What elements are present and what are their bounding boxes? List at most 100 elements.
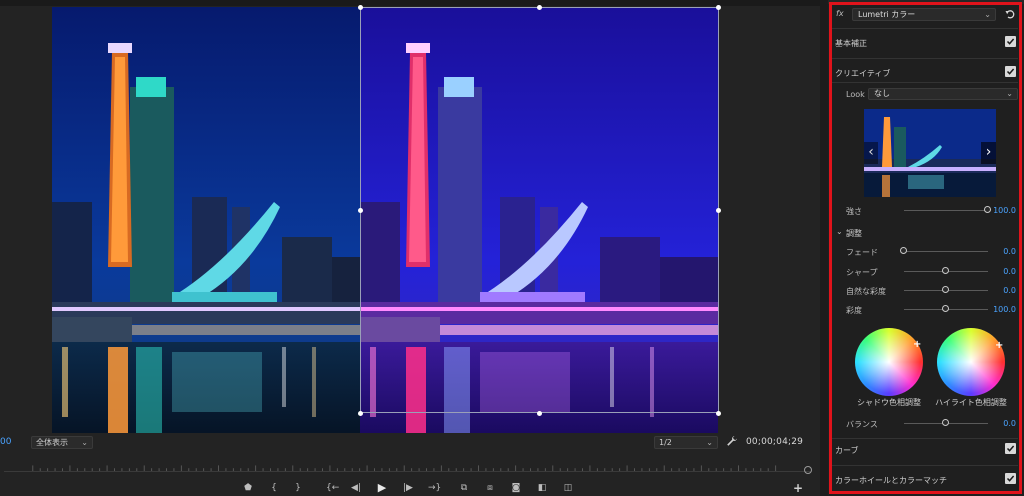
basic-correction-checkbox[interactable]: [1005, 36, 1016, 47]
panel-separator[interactable]: [820, 0, 828, 496]
panel-tab-strip: [828, 0, 1024, 4]
lumetri-color-panel: fx Lumetri カラー ⌄ 基本補正 クリエイティブ Look なし ⌄: [828, 0, 1024, 496]
effect-name: Lumetri カラー: [858, 10, 916, 19]
divider: [832, 28, 1018, 29]
mark-out-icon[interactable]: }: [292, 482, 304, 494]
original-image-half: [52, 7, 360, 433]
adjust-value[interactable]: 0.0: [988, 286, 1016, 295]
transform-handle[interactable]: [358, 208, 363, 213]
adjust-label: フェード: [846, 248, 878, 257]
adjust-slider-knob[interactable]: [942, 305, 949, 312]
intensity-slider-track[interactable]: [904, 210, 988, 211]
balance-label: バランス: [846, 420, 878, 429]
play-icon[interactable]: ▶: [376, 482, 388, 494]
look-preview-image: [864, 109, 996, 197]
transform-handle[interactable]: [537, 411, 542, 416]
program-monitor: 00 全体表示 ⌄ 1/2 ⌄ 00;00;04;29 ⬟ {} {← ◀| ▶ |▶ →}…: [0, 0, 820, 496]
playhead-timecode-left[interactable]: 00: [0, 437, 11, 447]
step-forward-icon[interactable]: |▶: [402, 482, 414, 494]
overwrite-icon[interactable]: ⧈: [484, 482, 496, 494]
zoom-level-select[interactable]: 全体表示 ⌄: [31, 436, 93, 449]
next-look-button[interactable]: ›: [981, 142, 996, 164]
comparison-view-icon[interactable]: ◫: [562, 482, 574, 494]
playback-resolution-value: 1/2: [659, 438, 672, 447]
highlight-tint-wheel[interactable]: [937, 328, 1005, 396]
divider: [832, 465, 1018, 466]
adjust-subsection-title[interactable]: 調整: [846, 228, 862, 239]
shadow-tint-label: シャドウ色相調整: [857, 398, 921, 407]
adjust-value[interactable]: 0.0: [988, 267, 1016, 276]
creative-checkbox[interactable]: [1005, 66, 1016, 77]
compare-icon[interactable]: ◧: [536, 482, 548, 494]
transform-handle[interactable]: [716, 208, 721, 213]
look-preview-thumbnail[interactable]: [864, 109, 996, 197]
original-night-city-image: [52, 7, 360, 433]
go-to-out-icon[interactable]: →}: [428, 482, 441, 494]
adjust-value[interactable]: 0.0: [988, 247, 1016, 256]
adjust-label: 彩度: [846, 306, 862, 315]
go-to-in-icon[interactable]: {←: [326, 482, 339, 494]
check-icon: [1006, 445, 1015, 452]
look-label: Look: [846, 90, 865, 99]
section-curves[interactable]: カーブ: [835, 445, 859, 456]
check-icon: [1006, 475, 1015, 482]
graded-night-city-image: [360, 7, 718, 433]
section-basic-correction[interactable]: 基本補正: [835, 38, 867, 49]
transform-handle[interactable]: [358, 5, 363, 10]
check-icon: [1006, 38, 1015, 45]
zoom-level-value: 全体表示: [36, 438, 68, 447]
color-wheels-match-checkbox[interactable]: [1005, 473, 1016, 484]
chevron-down-icon[interactable]: ⌄: [836, 227, 843, 236]
duration-timecode: 00;00;04;29: [746, 437, 804, 447]
divider: [832, 82, 1018, 83]
reset-icon[interactable]: [1004, 8, 1016, 20]
effect-select[interactable]: Lumetri カラー ⌄: [852, 8, 996, 21]
adjust-slider-knob[interactable]: [942, 286, 949, 293]
adjust-slider-knob[interactable]: [942, 267, 949, 274]
adjust-slider-knob[interactable]: [900, 247, 907, 254]
adjust-label: シャープ: [846, 268, 878, 277]
marker-icon[interactable]: ⬟: [242, 482, 254, 494]
transform-handle[interactable]: [358, 411, 363, 416]
section-creative[interactable]: クリエイティブ: [835, 68, 890, 79]
curves-checkbox[interactable]: [1005, 443, 1016, 454]
insert-icon[interactable]: ⧉: [458, 482, 470, 494]
intensity-label: 強さ: [846, 207, 862, 216]
previous-look-button[interactable]: ‹: [864, 142, 878, 164]
balance-slider-knob[interactable]: [942, 419, 949, 426]
monitor-top-strip: [0, 0, 820, 6]
balance-value[interactable]: 0.0: [988, 419, 1016, 428]
fx-icon: fx: [836, 9, 844, 18]
highlight-tint-label: ハイライト色相調整: [935, 398, 1007, 407]
adjust-value[interactable]: 100.0: [988, 305, 1016, 314]
adjust-label: 自然な彩度: [846, 287, 886, 296]
look-select[interactable]: なし ⌄: [868, 88, 1018, 100]
section-color-wheels-match[interactable]: カラーホイールとカラーマッチ: [835, 475, 947, 486]
time-ruler[interactable]: [4, 458, 810, 472]
intensity-value[interactable]: 100.0: [988, 206, 1016, 215]
video-preview[interactable]: [52, 7, 718, 433]
highlight-wheel-plus-icon[interactable]: +: [995, 341, 1003, 351]
transform-handle[interactable]: [716, 5, 721, 10]
button-editor-plus-button[interactable]: +: [792, 482, 804, 494]
transform-handle[interactable]: [716, 411, 721, 416]
graded-image-half: [360, 7, 718, 433]
playhead-end-handle[interactable]: [804, 466, 812, 474]
shadow-wheel-plus-icon[interactable]: +: [913, 340, 921, 350]
check-icon: [1006, 68, 1015, 75]
camera-icon[interactable]: ◙: [510, 482, 522, 494]
chevron-down-icon: ⌄: [984, 10, 991, 19]
chevron-down-icon: ⌄: [81, 438, 88, 447]
adjust-slider-track[interactable]: [904, 251, 988, 252]
playback-resolution-select[interactable]: 1/2 ⌄: [654, 436, 718, 449]
mark-in-icon[interactable]: {: [268, 482, 280, 494]
divider: [832, 58, 1018, 59]
chevron-down-icon: ⌄: [1006, 89, 1013, 98]
look-value: なし: [874, 89, 890, 98]
wrench-settings-icon[interactable]: [726, 435, 738, 447]
chevron-down-icon: ⌄: [706, 438, 713, 447]
step-back-icon[interactable]: ◀|: [350, 482, 362, 494]
premiere-window: 00 全体表示 ⌄ 1/2 ⌄ 00;00;04;29 ⬟ {} {← ◀| ▶ |▶ →}…: [0, 0, 1024, 496]
transform-handle[interactable]: [537, 5, 542, 10]
divider: [832, 438, 1018, 439]
